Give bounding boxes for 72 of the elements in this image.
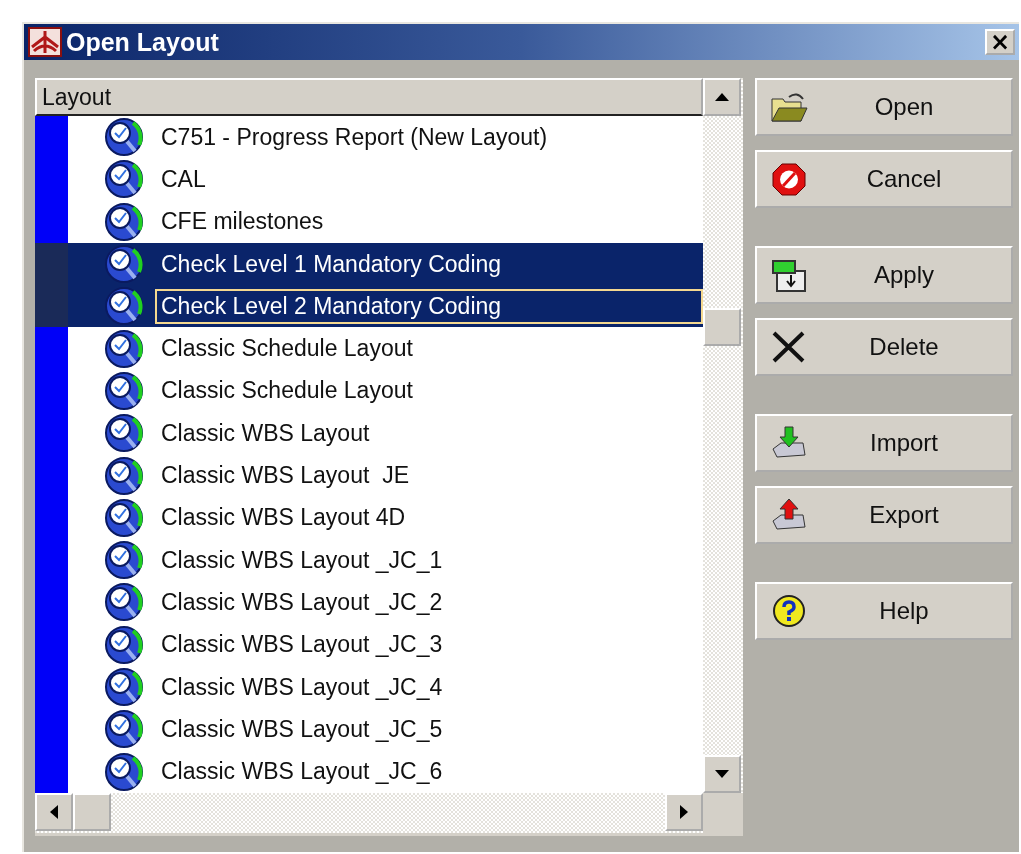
list-row[interactable]: CAL [35,158,703,201]
layout-name: Classic WBS Layout JE [160,461,410,490]
list-row[interactable]: Classic WBS Layout _JC_6 [35,750,703,793]
scroll-down-button[interactable] [703,755,741,793]
list-row[interactable]: Classic WBS Layout _JC_2 [35,581,703,624]
magnifier-check-icon [103,328,145,369]
right-triangle-icon [679,804,689,820]
layout-name: Classic WBS Layout [160,418,371,448]
help-button[interactable]: Help [755,582,1013,640]
apply-button[interactable]: Apply [755,246,1013,304]
left-triangle-icon [49,804,59,820]
magnifier-check-icon [103,709,145,750]
window-title: Open Layout [66,27,220,57]
magnifier-check-icon [103,497,145,538]
magnifier-check-icon [103,159,145,200]
list-row[interactable]: Classic Schedule Layout [35,327,703,370]
scroll-left-button[interactable] [35,793,73,831]
magnifier-check-icon [103,244,145,285]
magnifier-check-icon [103,201,145,242]
import-button[interactable]: Import [755,414,1013,472]
list-row[interactable]: Classic WBS Layout _JC_5 [35,708,703,751]
magnifier-check-icon [103,751,145,792]
magnifier-check-icon [103,413,145,454]
down-triangle-icon [714,769,730,779]
magnifier-check-icon [103,540,145,581]
layout-name: Check Level 1 Mandatory Coding [160,249,503,279]
magnifier-check-icon [103,624,145,665]
cancel-button[interactable]: Cancel [755,150,1013,208]
stop-sign-icon [769,161,809,197]
layout-name: Classic WBS Layout _JC_4 [160,672,444,702]
open-button[interactable]: Open [755,78,1013,136]
list-row[interactable]: Classic WBS Layout [35,412,703,455]
list-row[interactable]: Classic WBS Layout JE [35,454,703,497]
scrollbar-thumb[interactable] [703,308,741,346]
delete-button[interactable]: Delete [755,318,1013,376]
layout-name: CFE milestones [160,207,325,237]
scroll-right-button[interactable] [665,793,703,831]
magnifier-check-icon [103,667,145,707]
list-row[interactable]: Classic WBS Layout _JC_4 [35,665,703,709]
magnifier-check-icon [103,455,145,496]
layout-name: Check Level 2 Mandatory Coding [155,288,703,324]
layout-name: Classic WBS Layout _JC_1 [160,545,444,575]
list-row[interactable]: Classic Schedule Layout [35,369,703,413]
list-row[interactable]: Classic WBS Layout _JC_1 [35,538,703,582]
layout-name: Classic WBS Layout _JC_6 [160,757,444,787]
up-triangle-icon [714,92,730,102]
magnifier-check-icon [103,582,145,623]
layout-name: Classic WBS Layout _JC_5 [160,714,444,744]
vertical-scrollbar[interactable] [703,78,743,793]
layout-list[interactable] [35,78,743,836]
column-header[interactable]: Layout [35,78,703,116]
export-button[interactable]: Export [755,486,1013,544]
scrollbar-thumb[interactable] [73,793,111,831]
list-row[interactable]: CFE milestones [35,200,703,243]
app-logo-icon [28,27,62,57]
layout-name: C751 - Progress Report (New Layout) [160,122,549,152]
magnifier-check-icon [103,117,145,158]
close-button[interactable]: × [985,29,1015,55]
magnifier-check-icon [103,370,145,411]
layout-name: Classic WBS Layout _JC_2 [160,587,444,617]
layout-name: Classic WBS Layout 4D [160,503,407,533]
table-arrow-icon [769,257,809,293]
horizontal-scrollbar[interactable] [35,793,703,833]
scroll-up-button[interactable] [703,78,741,116]
layout-name: CAL [160,164,207,194]
list-row[interactable]: Classic WBS Layout _JC_3 [35,623,703,666]
list-row[interactable]: C751 - Progress Report (New Layout) [35,116,703,159]
layout-name: Classic WBS Layout _JC_3 [160,630,444,660]
list-row[interactable]: Classic WBS Layout 4D [35,496,703,539]
layout-name: Classic Schedule Layout [160,334,414,364]
magnifier-check-icon [103,286,145,327]
layout-name: Classic Schedule Layout [160,376,414,406]
